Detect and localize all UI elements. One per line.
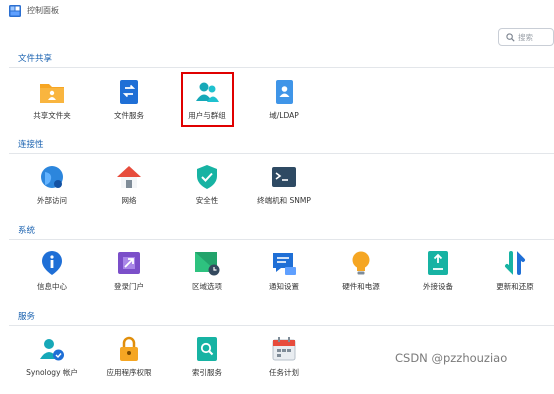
domain-ldap-icon	[276, 80, 293, 104]
section-divider	[9, 325, 554, 326]
item-label: 终端机和 SNMP	[257, 196, 311, 205]
section-title-services: 服务	[18, 312, 36, 322]
item-label: 硬件和电源	[342, 282, 380, 291]
item-security[interactable]: 安全性	[169, 164, 245, 222]
item-login-portal[interactable]: 登录门户	[91, 250, 167, 308]
indexing-service-icon	[197, 337, 217, 361]
section-title-system: 系统	[18, 226, 36, 236]
item-label: 应用程序权限	[106, 368, 152, 377]
highlight-box	[181, 72, 234, 127]
section-title-connectivity: 连接性	[18, 140, 44, 150]
item-network[interactable]: 网络	[91, 164, 167, 222]
section-title-file-sharing: 文件共享	[18, 54, 53, 64]
item-label: 区域选项	[192, 282, 222, 291]
item-label: 网络	[121, 196, 137, 205]
item-label: 域/LDAP	[269, 111, 299, 120]
item-label: Synology 帐户	[26, 368, 78, 377]
hardware-power-icon	[352, 251, 370, 275]
item-label: 安全性	[195, 196, 219, 205]
search-placeholder: 搜索	[518, 33, 533, 42]
item-label: 通知设置	[269, 282, 299, 291]
item-label: 外部访问	[37, 196, 67, 205]
item-synology-account[interactable]: Synology 帐户	[14, 336, 90, 394]
item-label: 信息中心	[37, 282, 67, 291]
update-restore-icon	[505, 251, 525, 275]
shared-folder-icon	[40, 84, 64, 103]
item-update-restore[interactable]: 更新和还原	[477, 250, 553, 308]
item-task-scheduler[interactable]: 任务计划	[246, 336, 322, 394]
item-info-center[interactable]: 信息中心	[14, 250, 90, 308]
item-file-services[interactable]: 文件服务	[91, 79, 167, 137]
control-panel-icon	[9, 5, 21, 17]
item-label: 文件服务	[114, 111, 144, 120]
task-scheduler-icon	[272, 337, 296, 361]
item-terminal-snmp[interactable]: 终端机和 SNMP	[246, 164, 322, 222]
info-center-icon	[42, 251, 62, 275]
item-label: 索引服务	[192, 368, 222, 377]
search-input[interactable]: 搜索	[498, 28, 554, 46]
item-app-privileges[interactable]: 应用程序权限	[91, 336, 167, 394]
synology-account-icon	[40, 339, 64, 361]
file-services-icon	[120, 80, 138, 104]
item-hardware-power[interactable]: 硬件和电源	[323, 250, 399, 308]
external-devices-icon	[428, 251, 448, 275]
section-divider	[9, 239, 554, 240]
regional-options-icon	[195, 252, 220, 276]
search-icon	[506, 33, 515, 42]
login-portal-icon	[118, 252, 140, 274]
item-notification[interactable]: 通知设置	[246, 250, 322, 308]
terminal-icon	[272, 167, 296, 187]
notification-icon	[273, 253, 296, 275]
item-domain-ldap[interactable]: 域/LDAP	[246, 79, 322, 137]
window-title: 控制面板	[27, 6, 59, 15]
item-label: 登录门户	[114, 282, 144, 291]
app-privileges-icon	[120, 336, 138, 361]
external-access-icon	[41, 166, 63, 188]
watermark-text: CSDN @pzzhouziao	[395, 351, 508, 365]
item-label: 更新和还原	[496, 282, 534, 291]
item-shared-folder[interactable]: 共享文件夹	[14, 79, 90, 137]
item-external-devices[interactable]: 外接设备	[400, 250, 476, 308]
section-divider	[9, 67, 554, 68]
security-shield-icon	[197, 165, 217, 189]
item-regional-options[interactable]: 区域选项	[169, 250, 245, 308]
item-external-access[interactable]: 外部访问	[14, 164, 90, 222]
item-indexing-service[interactable]: 索引服务	[169, 336, 245, 394]
title-bar: 控制面板	[0, 0, 554, 22]
item-label: 外接设备	[423, 282, 453, 291]
network-icon	[117, 166, 141, 188]
item-label: 共享文件夹	[33, 111, 71, 120]
section-divider	[9, 153, 554, 154]
item-label: 任务计划	[269, 368, 299, 377]
